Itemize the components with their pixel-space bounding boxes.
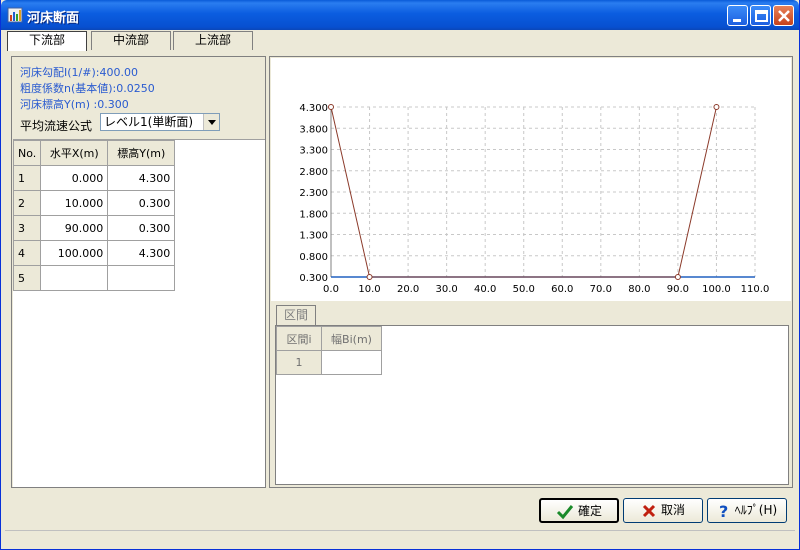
ok-button[interactable]: 確定 xyxy=(539,498,619,523)
cell-x[interactable]: 0.000 xyxy=(40,165,109,191)
x-tick-label: 20.0 xyxy=(397,284,419,295)
maximize-icon xyxy=(755,10,768,22)
formula-select[interactable]: レベル1(単断面) xyxy=(100,113,220,131)
data-point xyxy=(674,274,681,280)
help-button[interactable]: ? ﾍﾙﾌﾟ(H) xyxy=(707,498,787,523)
title-bar[interactable]: 河床断面 xyxy=(1,0,799,30)
close-icon xyxy=(778,10,790,22)
grid-header-x[interactable]: 水平X(m) xyxy=(40,140,109,166)
x-tick-label: 100.0 xyxy=(702,284,731,295)
x-tick-label: 0.0 xyxy=(323,284,339,295)
cell-x[interactable]: 90.000 xyxy=(40,215,109,241)
tab-downstream[interactable]: 下流部 xyxy=(7,31,87,51)
ok-button-label: 確定 xyxy=(577,504,602,518)
tab-upstream[interactable]: 上流部 xyxy=(173,31,253,50)
data-point xyxy=(366,274,373,280)
y-tick-label: 4.300 xyxy=(299,103,328,114)
table-row: 2 10.000 0.300 xyxy=(12,190,176,216)
close-button[interactable] xyxy=(773,5,794,26)
x-tick-label: 90.0 xyxy=(667,284,689,295)
svg-text:?: ? xyxy=(719,503,728,519)
cross-section-chart: 0.0 10.0 20.0 30.0 40.0 50.0 60.0 70.0 80.0 90.0 1… xyxy=(271,58,791,301)
app-icon xyxy=(7,7,23,23)
table-row: 3 90.000 0.300 xyxy=(12,215,176,241)
tab-section[interactable]: 区間 xyxy=(276,305,316,325)
x-tick-label: 10.0 xyxy=(358,284,380,295)
cell-y[interactable]: 0.300 xyxy=(107,190,176,216)
table-row: 4 100.000 4.300 xyxy=(12,240,176,266)
x-tick-label: 30.0 xyxy=(436,284,458,295)
row-header[interactable]: 2 xyxy=(12,190,42,216)
main-window: 河床断面 下流部 中流部 上流部 河床勾配I(1/#):400.00 粗度係数n… xyxy=(0,0,800,550)
checkmark-icon xyxy=(556,504,574,519)
x-tick-label: 40.0 xyxy=(474,284,496,295)
section-cell-width[interactable] xyxy=(321,350,382,375)
x-tick-label: 70.0 xyxy=(590,284,612,295)
cross-icon xyxy=(642,504,656,517)
x-tick-label: 60.0 xyxy=(551,284,573,295)
question-icon: ? xyxy=(719,503,728,519)
window-title: 河床断面 xyxy=(27,11,80,26)
y-tick-label: 2.800 xyxy=(299,167,328,178)
help-button-label: ﾍﾙﾌﾟ(H) xyxy=(734,503,778,517)
y-tick-label: 3.300 xyxy=(299,146,328,157)
dropdown-arrow-icon[interactable] xyxy=(203,114,219,130)
y-tick-label: 2.300 xyxy=(299,188,328,199)
row-header[interactable]: 5 xyxy=(12,265,42,291)
x-tick-label: 110.0 xyxy=(741,284,770,295)
x-tick-label: 80.0 xyxy=(628,284,650,295)
right-panel: 0.0 10.0 20.0 30.0 40.0 50.0 60.0 70.0 80.0 90.0 1… xyxy=(269,56,793,488)
minimize-icon xyxy=(733,19,741,22)
y-tick-label: 0.300 xyxy=(299,273,328,284)
cell-y[interactable] xyxy=(107,265,176,291)
formula-select-value: レベル1(単断面) xyxy=(104,115,193,129)
cell-y[interactable]: 0.300 xyxy=(107,215,176,241)
y-tick-label: 3.800 xyxy=(299,124,328,135)
table-row: 5 xyxy=(12,265,176,291)
grid-header-no[interactable]: No. xyxy=(12,140,42,166)
slope-info: 河床勾配I(1/#):400.00 xyxy=(20,66,138,79)
cell-x[interactable]: 100.000 xyxy=(40,240,109,266)
cell-y[interactable]: 4.300 xyxy=(107,240,176,266)
cell-x[interactable]: 10.000 xyxy=(40,190,109,216)
cell-x[interactable] xyxy=(40,265,109,291)
section-header-width[interactable]: 幅Bi(m) xyxy=(321,326,382,351)
data-point xyxy=(713,104,720,110)
y-tick-label: 1.300 xyxy=(299,231,328,242)
chart-svg: 0.0 10.0 20.0 30.0 40.0 50.0 60.0 70.0 80.0 90.0 1… xyxy=(299,103,770,295)
row-header[interactable]: 1 xyxy=(12,165,42,191)
tab-midstream[interactable]: 中流部 xyxy=(91,31,171,50)
bed-height-info: 河床標高Y(m) :0.300 xyxy=(20,98,129,111)
roughness-info: 粗度係数n(基本値):0.0250 xyxy=(20,82,155,95)
formula-label: 平均流速公式 xyxy=(20,119,93,133)
row-header[interactable]: 4 xyxy=(12,240,42,266)
left-panel: 河床勾配I(1/#):400.00 粗度係数n(基本値):0.0250 河床標高… xyxy=(11,56,266,488)
section-header-index[interactable]: 区間i xyxy=(276,326,322,351)
data-point xyxy=(328,104,334,110)
status-bar xyxy=(5,530,795,546)
section-row-header[interactable]: 1 xyxy=(276,350,322,375)
x-tick-label: 50.0 xyxy=(513,284,535,295)
section-grid[interactable]: 区間i 幅Bi(m) 1 xyxy=(275,325,789,485)
row-header[interactable]: 3 xyxy=(12,215,42,241)
cell-y[interactable]: 4.300 xyxy=(107,165,176,191)
y-tick-label: 0.800 xyxy=(299,252,328,263)
table-row: 1 xyxy=(276,350,382,375)
coordinate-grid[interactable]: No. 水平X(m) 標高Y(m) 1 0.000 4.300 2 10.000… xyxy=(12,139,265,487)
y-tick-label: 1.800 xyxy=(299,209,328,220)
maximize-button[interactable] xyxy=(750,5,771,26)
cancel-button[interactable]: 取消 xyxy=(623,498,703,523)
minimize-button[interactable] xyxy=(727,5,748,26)
table-row: 1 0.000 4.300 xyxy=(12,165,176,191)
grid-header-y[interactable]: 標高Y(m) xyxy=(107,140,176,166)
cancel-button-label: 取消 xyxy=(660,503,685,517)
